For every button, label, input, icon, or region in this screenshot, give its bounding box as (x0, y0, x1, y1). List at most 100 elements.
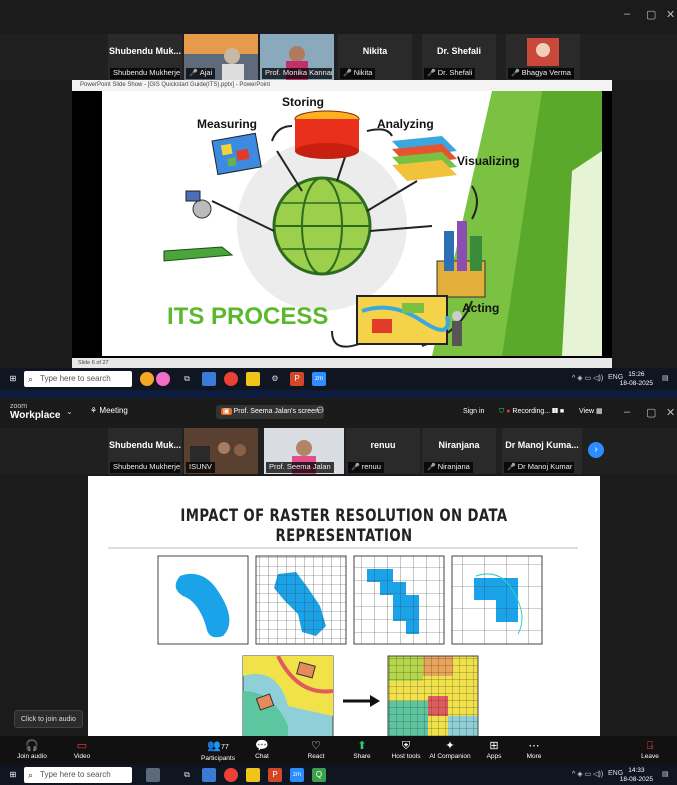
task-view-icon[interactable]: ⧉ (180, 768, 194, 782)
search-icon: ⌕ (28, 374, 34, 384)
participant-name: Shubendu Muk... (109, 440, 181, 450)
view-button[interactable]: View ▦ (574, 405, 608, 419)
leave-icon: ⍈ (646, 740, 654, 752)
participant-caption: 🎤Dr Manoj Kumar Saini (504, 462, 574, 473)
minimize-button[interactable]: – (624, 406, 630, 418)
notification-icon[interactable]: ▤ (662, 770, 669, 778)
video-tile[interactable]: Dr Manoj Kuma... 🎤Dr Manoj Kumar Saini (502, 428, 582, 474)
record-dot-icon: ● (506, 408, 511, 415)
maximize-button[interactable]: ▢ (646, 8, 656, 21)
clock[interactable]: 14:33 18-08-2025 (620, 766, 653, 784)
file-explorer-icon[interactable] (246, 768, 260, 782)
headphones-icon: 🎧 (25, 740, 39, 752)
video-tile[interactable]: Niranjana 🎤 Niranjana (422, 428, 496, 474)
participant-caption: 🎤 Ajai (186, 68, 216, 79)
stop-icon: ■ (559, 408, 565, 415)
video-icon: ▭ (76, 740, 88, 752)
top-zoom-window: – ▢ ✕ Shubendu Muk... Shubendu Mukherjee… (0, 0, 677, 390)
zoom-app-icon[interactable]: zm (312, 372, 326, 386)
edge-icon[interactable] (202, 372, 216, 386)
share-options-icon[interactable]: ⊖ (316, 405, 324, 416)
meeting-icon: ⚘ (90, 406, 98, 415)
join-audio-button[interactable]: 🎧 Join audio (6, 739, 58, 760)
participant-caption: Prof. Seema Jalan (266, 462, 334, 473)
close-button[interactable]: ✕ (666, 406, 675, 419)
sign-in-button[interactable]: Sign in (458, 405, 489, 419)
mic-muted-icon: 🎤 (189, 70, 198, 77)
edge-icon[interactable] (202, 768, 216, 782)
bottom-video-gallery: Shubendu Muk... Shubendu Mukherjee ISUNV… (0, 428, 677, 474)
video-tile[interactable]: Dr. Shefali 🎤 Dr. Shefali (422, 34, 496, 80)
participant-caption: 🎤 Nikita (340, 68, 376, 79)
settings-icon[interactable]: ⚙ (268, 372, 282, 386)
windows-start-icon[interactable]: ⊞ (6, 768, 20, 782)
balloons-icon (156, 372, 170, 386)
participant-caption: 🎤 Niranjana (424, 462, 473, 473)
join-audio-tooltip: Click to join audio (14, 710, 83, 728)
participant-caption: Prof. Monika Kannan (262, 68, 332, 79)
chevron-down-icon[interactable]: ⌄ (66, 407, 73, 416)
video-tile[interactable]: 🎤 Ajai (184, 34, 258, 80)
tray-icons[interactable]: ^ ◈ ▭ ◁)) (572, 770, 603, 778)
raster-resolution-slide: IMPACT OF RASTER RESOLUTION ON DATA REPR… (88, 476, 600, 746)
zoom-workplace-logo: zoom Workplace (10, 403, 61, 421)
file-explorer-icon[interactable] (246, 372, 260, 386)
react-button[interactable]: ♡ React (290, 739, 342, 760)
video-tile[interactable]: 🎤 Bhagya Verma (506, 34, 580, 80)
video-tile[interactable]: Shubendu Muk... Shubendu Mukherjee (108, 34, 182, 80)
zoom-top-bar: zoom Workplace ⌄ ⚘ Meeting ▣ Prof. Seema… (0, 398, 677, 426)
meeting-controls-bar: 🎧 Join audio ▭ Video 👥77 Participants 💬 Chat… (0, 736, 677, 765)
raster-diagram (108, 547, 578, 746)
powerpoint-icon[interactable]: P (290, 372, 304, 386)
slide-title: ITS PROCESS (167, 303, 329, 330)
screen-share-indicator[interactable]: ▣ Prof. Seema Jalan's screen (216, 405, 324, 419)
windows-taskbar: ⊞ ⌕ Type here to search ⧉ ⚙ P zm ^ ◈ ▭ ◁… (0, 368, 677, 390)
minimize-button[interactable]: – (624, 8, 630, 20)
powerpoint-icon[interactable]: P (268, 768, 282, 782)
chat-button[interactable]: 💬 Chat (236, 739, 288, 760)
taskbar-search-input[interactable]: ⌕ Type here to search (24, 767, 132, 783)
visualizing-label: Visualizing (457, 154, 520, 168)
notification-icon[interactable]: ▤ (662, 374, 669, 382)
more-button[interactable]: ⋯ More (508, 739, 560, 760)
video-button[interactable]: ▭ Video (56, 739, 108, 760)
measuring-label: Measuring (197, 117, 258, 131)
zoom-app-icon[interactable]: zm (290, 768, 304, 782)
ppt-title-bar: PowerPoint Slide Show - [GIS Quickstart … (72, 80, 612, 91)
video-tile[interactable]: Shubendu Muk... Shubendu Mukherjee (108, 428, 182, 474)
participant-caption: 🎤 Dr. Shefali (424, 68, 476, 79)
video-tile-active-speaker[interactable]: Prof. Seema Jalan (264, 428, 344, 474)
next-page-icon[interactable]: › (588, 442, 604, 458)
participant-caption: ISUNV (186, 462, 215, 473)
close-button[interactable]: ✕ (666, 8, 675, 21)
green-app-icon[interactable]: Q (312, 768, 326, 782)
participant-name: Shubendu Muk... (109, 46, 181, 56)
mic-muted-icon: 🎤 (427, 464, 436, 471)
top-title-bar: – ▢ ✕ (0, 0, 677, 34)
video-tile[interactable]: renuu 🎤 renuu (346, 428, 420, 474)
participant-caption: Shubendu Mukherjee (110, 462, 180, 473)
clock[interactable]: 15:26 18-08-2025 (620, 370, 653, 388)
video-tile-active-speaker[interactable]: Prof. Monika Kannan (260, 34, 334, 80)
windows-start-icon[interactable]: ⊞ (6, 372, 20, 386)
leave-button[interactable]: ⍈ Leave (624, 739, 676, 760)
bottom-zoom-window: zoom Workplace ⌄ ⚘ Meeting ▣ Prof. Seema… (0, 398, 677, 785)
widgets-icon[interactable] (146, 768, 160, 782)
participant-name: renuu (370, 440, 396, 450)
taskbar-search-input[interactable]: ⌕ Type here to search (24, 371, 132, 387)
tray-icons[interactable]: ^ ◈ ▭ ◁)) (572, 374, 603, 382)
chrome-icon[interactable] (224, 768, 238, 782)
its-process-slide: Storing Measuring Analyzing Visualizing … (102, 91, 602, 356)
participant-caption: Shubendu Mukherjee (110, 68, 180, 79)
recording-indicator[interactable]: ⛉ ● Recording... ❚❚ ■ (494, 405, 569, 419)
maximize-button[interactable]: ▢ (646, 406, 656, 419)
meeting-menu[interactable]: ⚘ Meeting (90, 406, 128, 415)
participant-name: Nikita (362, 46, 388, 56)
mic-muted-icon: 🎤 (427, 70, 436, 77)
mic-muted-icon: 🎤 (351, 464, 360, 471)
chrome-icon[interactable] (224, 372, 238, 386)
video-tile[interactable]: ISUNV (184, 428, 258, 474)
screenshot-separator (0, 390, 677, 398)
video-tile[interactable]: Nikita 🎤 Nikita (338, 34, 412, 80)
task-view-icon[interactable]: ⧉ (180, 372, 194, 386)
